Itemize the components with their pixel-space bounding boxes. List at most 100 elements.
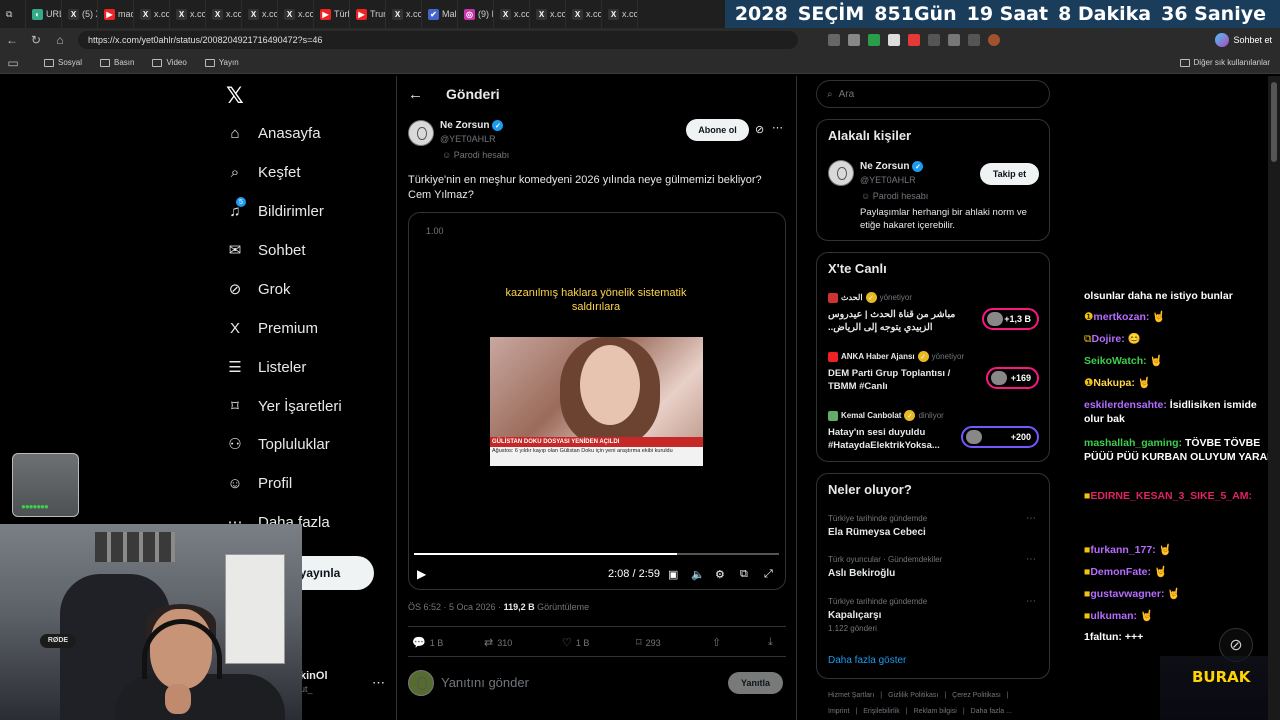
browser-tab[interactable]: Xx.com xyxy=(170,0,206,28)
live-source[interactable]: ANKA Haber Ajansı ✓ yönetiyor xyxy=(828,351,964,362)
live-title-text[interactable]: DEM Parti Grup Toplantısı / TBMM #Canlı xyxy=(828,367,978,393)
scrollbar[interactable] xyxy=(1268,76,1280,720)
bookmark-folder[interactable]: Basın xyxy=(100,58,134,67)
sidebar-item-bookmark[interactable]: ⌑ Yer İşaretleri xyxy=(226,397,342,416)
browser-tab[interactable]: ✔ Mall xyxy=(422,0,458,28)
live-listeners-pill[interactable]: +169 xyxy=(986,367,1039,389)
fullscreen-icon[interactable]: ⤢ xyxy=(764,568,773,581)
settings-icon[interactable]: ⚙ xyxy=(715,568,725,581)
reply-action[interactable]: 💬 1 B xyxy=(412,636,443,649)
live-title-text[interactable]: مباشر من قناة الحدث | عيدروس الزبيدي يتو… xyxy=(828,308,978,334)
url-field[interactable]: https://x.com/yet0ahlr/status/2008204921… xyxy=(78,31,798,49)
sidebar-item-profile[interactable]: ☺ Profil xyxy=(226,474,292,492)
bookmark-other-folder[interactable]: Diğer sık kullanılanlar xyxy=(1179,58,1270,67)
bookmark-action[interactable]: ⌑ 293 xyxy=(636,636,661,649)
sidebar-item-list[interactable]: ☰ Listeler xyxy=(226,358,306,377)
home-icon[interactable]: ⌂ xyxy=(48,33,72,47)
sidebar-item-grok[interactable]: ⊘ Grok xyxy=(226,280,291,299)
extension-icon[interactable] xyxy=(928,34,940,46)
browser-tab[interactable]: Xx.com xyxy=(530,0,566,28)
trend-name[interactable]: Kapalıçarşı xyxy=(828,610,881,621)
browser-tab[interactable]: ◐URL xyxy=(26,0,62,28)
extension-icon[interactable] xyxy=(868,34,880,46)
related-avatar[interactable] xyxy=(828,160,854,186)
browser-tab[interactable]: Xx.com xyxy=(602,0,638,28)
footer-link[interactable]: Çerez Politikası xyxy=(952,692,1001,699)
avatar[interactable] xyxy=(988,34,1000,46)
reload-icon[interactable]: ↻ xyxy=(24,33,48,47)
browser-tab[interactable]: Xx.com xyxy=(566,0,602,28)
scrollbar-thumb[interactable] xyxy=(1271,82,1277,162)
browser-tab[interactable]: Xx.com xyxy=(278,0,314,28)
download-action[interactable]: ⤓ xyxy=(768,636,773,649)
share-action[interactable]: ⇧ xyxy=(712,636,721,649)
extension-icon[interactable] xyxy=(948,34,960,46)
back-icon[interactable]: ← xyxy=(0,33,24,47)
author-avatar[interactable] xyxy=(408,120,434,146)
follow-button[interactable]: Abone ol xyxy=(686,119,749,141)
captions-icon[interactable]: ▣ xyxy=(668,568,678,581)
browser-tab[interactable]: ▶ mao xyxy=(98,0,134,28)
footer-link[interactable]: Daha fazla ... xyxy=(971,708,1012,715)
author-handle[interactable]: @YET0AHLR xyxy=(440,134,496,144)
browser-tab[interactable]: Xx.com xyxy=(242,0,278,28)
browser-tab[interactable]: ▶Trum xyxy=(350,0,386,28)
footer-link[interactable]: Reklam bilgisi xyxy=(914,708,957,715)
video-progress-bar[interactable] xyxy=(414,553,779,555)
bookmark-folder[interactable]: Yayın xyxy=(204,58,239,67)
footer-link[interactable]: Erişilebilirlik xyxy=(863,708,900,715)
more-options-icon[interactable]: ⋯ xyxy=(772,121,783,134)
reply-input[interactable]: Yanıtını gönder xyxy=(441,675,529,690)
sidebar-item-bell[interactable]: ♫ Bildirimler 5 xyxy=(226,197,324,220)
live-source[interactable]: Kemal Canbolat ✓ dinliyor xyxy=(828,410,944,421)
sidebar-item-x[interactable]: X Premium xyxy=(226,319,318,337)
account-menu-icon[interactable]: ⋯ xyxy=(372,675,385,691)
tab-actions-icon[interactable]: ⧉ xyxy=(0,0,26,28)
trend-more-icon[interactable]: ⋯ xyxy=(1026,596,1036,607)
star-icon[interactable] xyxy=(968,34,980,46)
footer-link[interactable]: Hizmet Şartları xyxy=(828,692,874,699)
live-source[interactable]: الحدث ✓ yönetiyor xyxy=(828,292,912,303)
browser-tab[interactable]: ◎(9) In xyxy=(458,0,494,28)
related-name[interactable]: Ne Zorsun ✓ xyxy=(860,161,924,172)
extension-icon[interactable] xyxy=(848,34,860,46)
browser-tab[interactable]: Xx.com xyxy=(206,0,242,28)
sidebar-item-mail[interactable]: ✉ Sohbet xyxy=(226,241,306,260)
browser-tab[interactable]: ▶Türk xyxy=(314,0,350,28)
repost-action[interactable]: ⇄ 310 xyxy=(484,636,512,649)
browser-tab[interactable]: Xx.com xyxy=(494,0,530,28)
live-listeners-pill[interactable]: +1,3 B xyxy=(982,308,1039,330)
footer-link[interactable]: Gizlilik Politikası xyxy=(888,692,938,699)
bookmark-folder[interactable]: Sosyal xyxy=(44,58,82,67)
author-name[interactable]: Ne Zorsun ✓ xyxy=(440,120,504,131)
sidebar-item-community[interactable]: ⚇ Topluluklar xyxy=(226,435,329,454)
trend-name[interactable]: Ela Rümeysa Cebeci xyxy=(828,527,926,538)
reply-button[interactable]: Yanıtla xyxy=(728,672,783,694)
grok-icon[interactable]: ⊘ xyxy=(755,123,764,136)
back-arrow-icon[interactable]: ← xyxy=(408,86,423,103)
copilot-chat-button[interactable]: Sohbet et xyxy=(1215,33,1272,47)
like-action[interactable]: ♡ 1 B xyxy=(562,636,589,649)
x-logo-icon[interactable]: 𝕏 xyxy=(226,84,244,109)
trend-name[interactable]: Aslı Bekiroğlu xyxy=(828,568,895,579)
show-more-link[interactable]: Daha fazla göster xyxy=(828,655,906,666)
related-follow-button[interactable]: Takip et xyxy=(980,163,1039,185)
sidebar-item-search[interactable]: ⌕ Keşfet xyxy=(226,163,301,181)
play-icon[interactable]: ▶ xyxy=(417,567,426,581)
search-input[interactable]: ⌕ Ara xyxy=(816,80,1050,108)
bookmark-folder[interactable]: Video xyxy=(152,58,187,67)
volume-icon[interactable]: 🔈 xyxy=(691,568,705,581)
browser-tab[interactable]: X(5) X xyxy=(62,0,98,28)
browser-tab[interactable]: Xx.com xyxy=(386,0,422,28)
live-listeners-pill[interactable]: +200 xyxy=(961,426,1039,448)
live-title-text[interactable]: Hatay'ın sesi duyuldu #HataydaElektrikYo… xyxy=(828,426,978,452)
footer-link[interactable]: Imprint xyxy=(828,708,849,715)
extension-icon[interactable] xyxy=(888,34,900,46)
trend-more-icon[interactable]: ⋯ xyxy=(1026,554,1036,565)
trend-more-icon[interactable]: ⋯ xyxy=(1026,513,1036,524)
account-name[interactable]: kinOl xyxy=(300,670,328,682)
pip-icon[interactable]: ⧉ xyxy=(740,568,748,581)
extension-icon[interactable] xyxy=(908,34,920,46)
sidebar-item-home[interactable]: ⌂ Anasayfa xyxy=(226,124,320,142)
browser-tab[interactable]: Xx.com xyxy=(134,0,170,28)
